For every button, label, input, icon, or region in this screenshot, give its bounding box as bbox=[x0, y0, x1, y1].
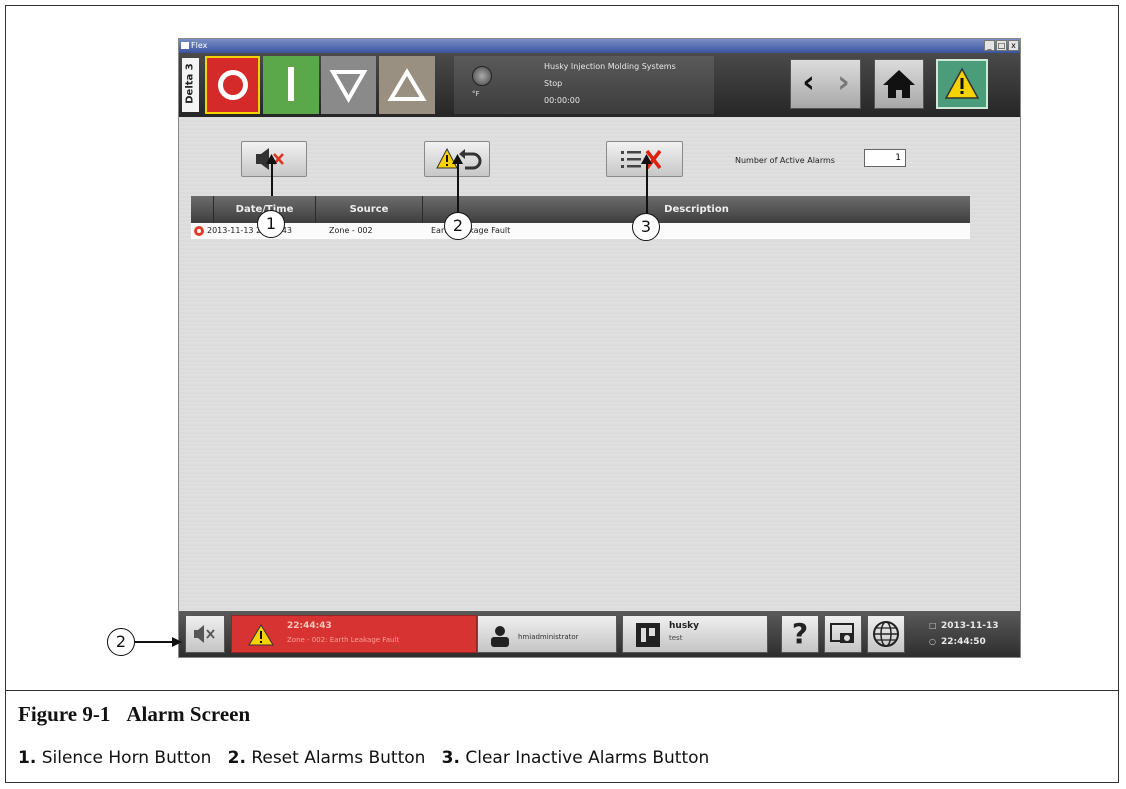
screenshot-button[interactable] bbox=[824, 615, 862, 653]
alarm-table-header: Date/Time Source Description bbox=[191, 196, 970, 223]
machine-status-panel: °F Husky Injection Molding Systems Stop … bbox=[454, 56, 714, 114]
footer-time: 22:44:50 bbox=[941, 637, 986, 647]
alarms-screen-button[interactable] bbox=[936, 59, 988, 109]
help-icon: ? bbox=[791, 617, 809, 650]
user-name: hmiadministrator bbox=[518, 633, 579, 641]
callout-3-leader bbox=[646, 160, 648, 216]
alarm-status-icon bbox=[194, 226, 204, 236]
column-description[interactable]: Description bbox=[423, 196, 970, 223]
help-button[interactable]: ? bbox=[781, 615, 819, 653]
run-button[interactable] bbox=[263, 56, 319, 114]
legend-label-3: Clear Inactive Alarms Button bbox=[465, 748, 710, 768]
window-title: Flex bbox=[191, 41, 208, 50]
legend-num-2: 2. bbox=[227, 748, 246, 768]
callout-3: 3 bbox=[632, 213, 660, 241]
stop-icon bbox=[218, 70, 248, 100]
triangle-up-icon bbox=[387, 68, 427, 101]
globe-icon bbox=[873, 621, 899, 647]
user-icon bbox=[491, 626, 509, 647]
user-button[interactable]: hmiadministrator bbox=[477, 615, 617, 653]
machine-state: Stop bbox=[544, 79, 563, 88]
callout-1-leader bbox=[271, 160, 273, 196]
callout-2-footer: 2 bbox=[107, 628, 135, 656]
home-button[interactable] bbox=[874, 59, 924, 109]
delta-tab[interactable]: Delta 3 bbox=[182, 58, 199, 112]
machine-header: Delta 3 °F Husky Injection Molding Syste… bbox=[179, 53, 1020, 117]
banner-alarm-time: 22:44:43 bbox=[287, 621, 332, 631]
screen-navigation: ‹ › bbox=[790, 59, 861, 109]
cycle-timer: 00:00:00 bbox=[544, 96, 580, 105]
language-button[interactable] bbox=[867, 615, 905, 653]
arrowhead-icon bbox=[172, 637, 182, 647]
mold-icon bbox=[636, 623, 660, 647]
arrowhead-icon bbox=[266, 154, 277, 164]
mold-sub: test bbox=[669, 634, 683, 642]
callout-2-footer-leader bbox=[135, 641, 175, 643]
temperature-unit: °F bbox=[472, 90, 480, 98]
figure-legend: 1. Silence Horn Button 2. Reset Alarms B… bbox=[18, 748, 709, 768]
company-name: Husky Injection Molding Systems bbox=[544, 62, 676, 71]
column-source[interactable]: Source bbox=[316, 196, 423, 223]
close-button[interactable]: x bbox=[1008, 40, 1019, 51]
callout-1: 1 bbox=[257, 210, 285, 238]
active-alarms-label: Number of Active Alarms bbox=[735, 156, 835, 165]
previous-screen-button[interactable]: ‹ bbox=[791, 60, 826, 108]
footer-bar: 22:44:43 Zone - 002: Earth Leakage Fault… bbox=[179, 611, 1020, 657]
row-source: Zone - 002 bbox=[329, 226, 373, 235]
warning-icon bbox=[944, 67, 980, 99]
active-alarms-count: 1 bbox=[864, 149, 906, 167]
app-icon bbox=[181, 42, 189, 49]
next-screen-button[interactable]: › bbox=[826, 60, 861, 108]
maximize-button[interactable]: □ bbox=[996, 40, 1007, 51]
mold-button[interactable]: husky test bbox=[622, 615, 768, 653]
speaker-mute-icon bbox=[194, 625, 215, 643]
caption-separator bbox=[6, 690, 1118, 691]
callout-2-leader bbox=[457, 160, 459, 216]
lower-button[interactable] bbox=[321, 56, 376, 114]
active-alarm-banner[interactable]: 22:44:43 Zone - 002: Earth Leakage Fault bbox=[231, 615, 477, 653]
home-icon bbox=[883, 70, 915, 98]
calendar-icon: □ bbox=[929, 621, 937, 630]
banner-alarm-message: Zone - 002: Earth Leakage Fault bbox=[287, 636, 400, 644]
legend-label-1: Silence Horn Button bbox=[41, 748, 212, 768]
table-row[interactable]: 2013-11-13 22:44:43 Zone - 002 Earth Lea… bbox=[191, 223, 970, 239]
screen-capture-icon bbox=[830, 623, 854, 643]
delta-tab-label: Delta 3 bbox=[184, 63, 196, 104]
footer-date: 2013-11-13 bbox=[941, 621, 999, 631]
triangle-down-icon bbox=[329, 70, 368, 104]
flex-window: Flex _ □ x Delta 3 °F Husky Injection Mo… bbox=[178, 38, 1021, 658]
run-icon bbox=[288, 67, 294, 101]
mold-name: husky bbox=[669, 621, 700, 631]
warning-icon bbox=[248, 624, 274, 646]
clock-icon: ○ bbox=[929, 637, 936, 646]
callout-2: 2 bbox=[444, 212, 472, 240]
title-bar: Flex _ □ x bbox=[179, 39, 1020, 53]
legend-num-3: 3. bbox=[441, 748, 460, 768]
figure-number: Figure 9-1 bbox=[18, 702, 111, 726]
alarm-content-area bbox=[179, 117, 1020, 611]
arrowhead-icon bbox=[641, 154, 652, 164]
column-icon bbox=[191, 196, 214, 223]
status-light-icon bbox=[472, 66, 492, 86]
minimize-button[interactable]: _ bbox=[984, 40, 995, 51]
figure-title: Alarm Screen bbox=[126, 702, 251, 726]
legend-label-2: Reset Alarms Button bbox=[251, 748, 426, 768]
stop-button[interactable] bbox=[205, 56, 260, 114]
figure-caption-title: Figure 9-1 Alarm Screen bbox=[18, 702, 266, 727]
legend-num-1: 1. bbox=[18, 748, 37, 768]
footer-silence-button[interactable] bbox=[185, 615, 225, 653]
raise-button[interactable] bbox=[379, 56, 435, 114]
arrowhead-icon bbox=[452, 154, 463, 164]
date-time-display: □ 2013-11-13 ○ 22:44:50 bbox=[927, 615, 1019, 653]
